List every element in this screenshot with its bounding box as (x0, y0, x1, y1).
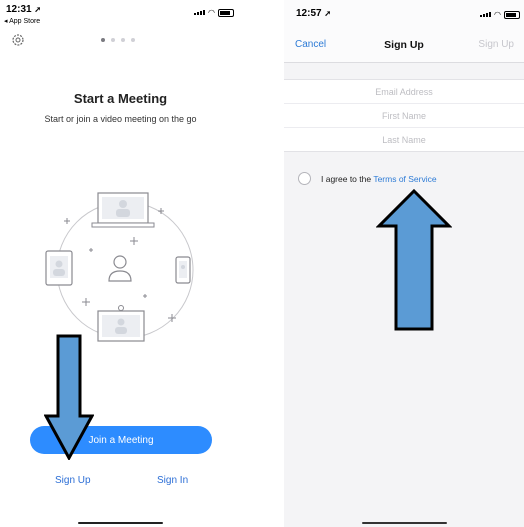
page-indicator (101, 38, 135, 42)
sign-up-link[interactable]: Sign Up (55, 475, 91, 486)
terms-of-service-link[interactable]: Terms of Service (373, 174, 436, 184)
wifi-icon: ◠ (494, 10, 501, 19)
down-arrow-annotation (44, 334, 94, 460)
status-icons: ◠ (194, 8, 234, 17)
terms-text: I agree to the Terms of Service (321, 174, 437, 184)
page-dot[interactable] (131, 38, 135, 42)
battery-icon (217, 8, 234, 17)
gear-icon[interactable] (11, 33, 25, 47)
page-subtitle: Start or join a video meeting on the go (44, 114, 197, 124)
battery-icon (503, 10, 520, 19)
page-dot[interactable] (101, 38, 105, 42)
sign-in-link[interactable]: Sign In (157, 475, 188, 486)
terms-prefix: I agree to the (321, 173, 374, 184)
signal-icon (194, 10, 205, 15)
signal-icon (480, 12, 491, 17)
last-name-row (284, 128, 524, 151)
home-indicator[interactable] (78, 522, 163, 524)
page-dot[interactable] (111, 38, 115, 42)
tablet-icon (45, 250, 73, 286)
meeting-illustration (45, 192, 194, 342)
status-time: 12:57 ➚ (296, 8, 332, 19)
back-to-app-store[interactable]: ◂ App Store (4, 17, 40, 25)
status-bar: 12:57 ➚ ◠ (284, 0, 524, 26)
home-indicator[interactable] (362, 522, 447, 524)
first-name-field[interactable] (302, 109, 506, 122)
sign-up-form (284, 79, 524, 152)
laptop-icon (91, 192, 155, 228)
up-arrow-annotation (376, 188, 452, 331)
terms-row: I agree to the Terms of Service (298, 172, 437, 185)
room-system-icon (97, 305, 145, 342)
page-title: Start a Meeting (73, 91, 168, 106)
first-name-row (284, 104, 524, 128)
zoom-start-screen: 12:31 ➚ ◂ App Store ◠ Start a Meeting St… (0, 0, 241, 527)
person-icon (108, 255, 132, 282)
page-dot[interactable] (121, 38, 125, 42)
phone-icon (175, 256, 191, 284)
sign-up-submit-button[interactable]: Sign Up (478, 39, 514, 50)
last-name-field[interactable] (302, 133, 506, 146)
email-field[interactable] (302, 85, 506, 98)
navigation-bar: Cancel Sign Up Sign Up (284, 26, 524, 63)
status-time: 12:31 ➚ (6, 4, 42, 15)
status-icons: ◠ (480, 10, 520, 19)
wifi-icon: ◠ (208, 8, 215, 17)
terms-checkbox[interactable] (298, 172, 311, 185)
email-row (284, 80, 524, 104)
